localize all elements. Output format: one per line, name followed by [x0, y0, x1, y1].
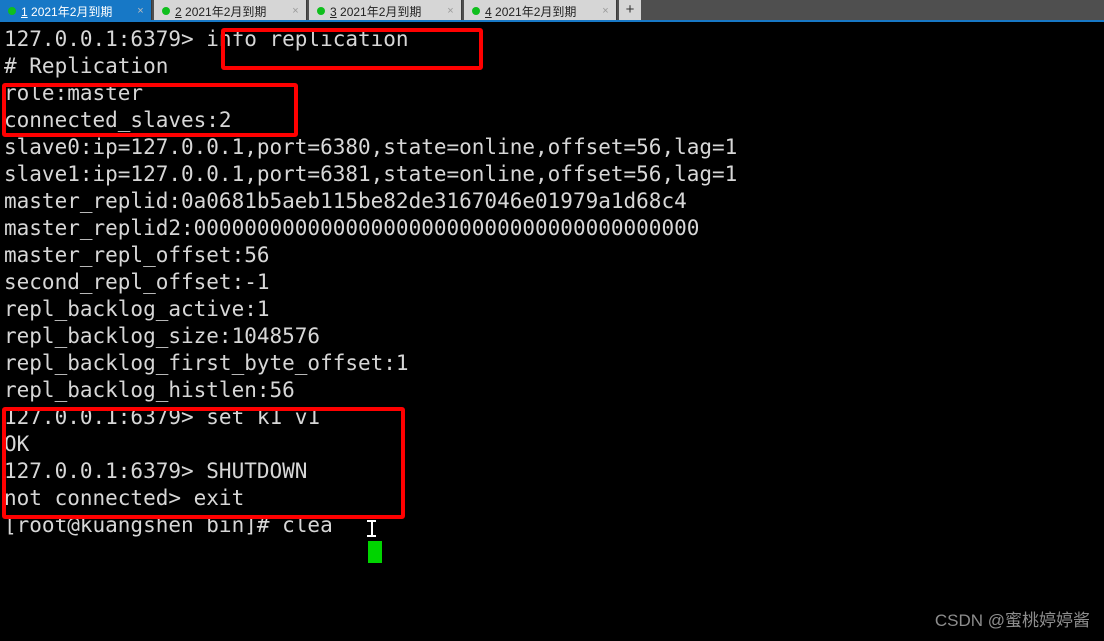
tab-4[interactable]: 4 2021年2月到期 ×: [464, 0, 617, 22]
tab-2[interactable]: 2 2021年2月到期 ×: [154, 0, 307, 22]
new-tab-button[interactable]: +: [619, 0, 641, 20]
terminal-line: master_repl_offset:56: [4, 243, 270, 267]
terminal-line: connected_slaves:2: [4, 108, 232, 132]
terminal-line: repl_backlog_histlen:56: [4, 378, 295, 402]
text-cursor: [368, 541, 382, 563]
tab-close-icon[interactable]: ×: [134, 5, 147, 18]
terminal-line: OK: [4, 432, 30, 456]
tab-close-icon[interactable]: ×: [289, 5, 302, 18]
tab-title: 2021年2月到期: [340, 4, 422, 19]
tab-index: 3: [330, 4, 337, 19]
tab-label: 3 2021年2月到期: [330, 3, 440, 20]
tab-title: 2021年2月到期: [495, 4, 577, 19]
tab-title: 2021年2月到期: [31, 4, 113, 19]
tab-close-icon[interactable]: ×: [599, 5, 612, 18]
tab-bar: 1 2021年2月到期 × 2 2021年2月到期 × 3 2021年2月到期 …: [0, 0, 1104, 22]
terminal-line: slave0:ip=127.0.0.1,port=6380,state=onli…: [4, 135, 738, 159]
tab-status-dot-icon: [8, 7, 16, 15]
terminal-lines: 127.0.0.1:6379> info replication # Replic…: [4, 26, 737, 539]
tab-status-dot-icon: [162, 7, 170, 15]
tab-label: 4 2021年2月到期: [485, 3, 595, 20]
tab-status-dot-icon: [317, 7, 325, 15]
tab-1[interactable]: 1 2021年2月到期 ×: [0, 0, 152, 22]
terminal-line: repl_backlog_size:1048576: [4, 324, 321, 348]
terminal-line: repl_backlog_first_byte_offset:1: [4, 351, 409, 375]
watermark: CSDN @蜜桃婷婷酱: [934, 611, 1090, 630]
tab-title: 2021年2月到期: [185, 4, 267, 19]
tab-label: 1 2021年2月到期: [21, 3, 130, 20]
terminal-line: [root@kuangshen bin]# clea: [4, 513, 333, 537]
tab-index: 4: [485, 4, 492, 19]
terminal-line: slave1:ip=127.0.0.1,port=6381,state=onli…: [4, 162, 738, 186]
terminal-output-area[interactable]: 127.0.0.1:6379> info replication # Replic…: [0, 22, 1104, 641]
tab-3[interactable]: 3 2021年2月到期 ×: [309, 0, 462, 22]
tab-status-dot-icon: [472, 7, 480, 15]
terminal-line: repl_backlog_active:1: [4, 297, 270, 321]
terminal-line: master_replid:0a0681b5aeb115be82de316704…: [4, 189, 687, 213]
terminal-line: second_repl_offset:-1: [4, 270, 270, 294]
terminal-line: role:master: [4, 81, 144, 105]
tab-index: 1: [21, 4, 28, 19]
terminal-line: not connected> exit: [4, 486, 245, 510]
tab-label: 2 2021年2月到期: [175, 3, 285, 20]
tab-index: 2: [175, 4, 182, 19]
terminal-line: 127.0.0.1:6379> SHUTDOWN: [4, 459, 308, 483]
terminal-line: 127.0.0.1:6379> info replication: [4, 27, 409, 51]
terminal-line: 127.0.0.1:6379> set k1 v1: [4, 405, 321, 429]
terminal-window: 1 2021年2月到期 × 2 2021年2月到期 × 3 2021年2月到期 …: [0, 0, 1104, 641]
terminal-line: master_replid2:0000000000000000000000000…: [4, 216, 700, 240]
terminal-line: # Replication: [4, 54, 169, 78]
tab-close-icon[interactable]: ×: [444, 5, 457, 18]
